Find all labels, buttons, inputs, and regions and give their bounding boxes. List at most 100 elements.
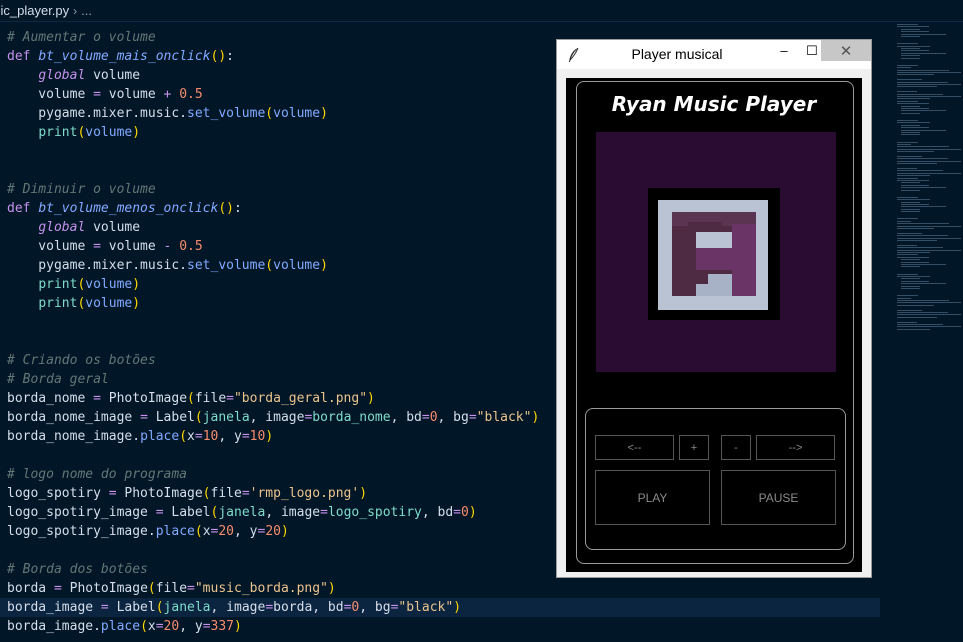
code-token: borda_nome (7, 391, 94, 406)
minimap-line (897, 328, 930, 330)
minimap-line (897, 316, 937, 318)
code-token: # Criando os botões (7, 353, 156, 368)
pause-button[interactable]: PAUSE (721, 470, 836, 525)
minimap-line (901, 187, 947, 189)
minimap-line (901, 285, 920, 287)
minimap-line (901, 259, 920, 261)
minimap-line (897, 256, 929, 258)
previous-button[interactable]: <-- (595, 435, 674, 460)
minimap-line (901, 31, 929, 33)
minimap-line (897, 302, 961, 304)
minimap-line (897, 180, 929, 181)
play-button[interactable]: PLAY (595, 470, 710, 525)
code-token: = (155, 619, 164, 634)
volume-down-button[interactable]: - (721, 435, 751, 460)
code-line[interactable]: borda = PhotoImage(file="music_borda.png… (7, 579, 880, 598)
minimap-line (901, 132, 920, 133)
code-token: ( (265, 106, 274, 121)
code-token: , image (249, 410, 305, 425)
minimap-line (897, 122, 930, 124)
code-token: ) (468, 505, 477, 520)
minimap-line (897, 228, 935, 229)
minimap-line (897, 84, 961, 85)
code-token: ( (147, 581, 156, 596)
code-token: ) (320, 106, 328, 121)
code-line[interactable]: borda_image = Label(janela, image=borda,… (0, 598, 880, 617)
minimap-line (901, 28, 920, 30)
code-token: set_volume (187, 258, 266, 273)
minimap[interactable] (893, 22, 963, 330)
minimap-line (897, 45, 930, 47)
code-token: = (100, 600, 109, 615)
minimap-line (901, 52, 947, 54)
minimap-line (897, 223, 949, 225)
minimap-line (897, 91, 917, 93)
code-token: x (202, 524, 211, 539)
minimap-line (901, 182, 920, 184)
minimap-line (897, 300, 949, 301)
close-button[interactable]: ✕ (821, 40, 871, 61)
minimap-line (901, 280, 929, 282)
minimap-line (897, 69, 949, 71)
next-button[interactable]: --> (756, 435, 835, 460)
breadcrumb-file[interactable]: sic_player.py (0, 3, 69, 18)
code-token: , bg (437, 410, 469, 425)
minimap-line (901, 36, 920, 37)
code-token: bt_volume_mais_onclick (38, 49, 211, 64)
code-token: , bd (421, 505, 454, 520)
code-token: borda (7, 581, 54, 596)
volume-up-button[interactable]: + (679, 435, 709, 460)
minimap-line (901, 105, 920, 107)
code-line[interactable]: borda_image.place(x=20, y=337) (7, 617, 880, 636)
code-token: janela (202, 410, 250, 425)
code-token: # Diminuir o volume (7, 182, 156, 197)
code-token: print (38, 277, 78, 292)
minimap-line (897, 252, 930, 253)
code-token: pygame.mixer.music. (7, 258, 188, 273)
minimap-line (901, 50, 929, 52)
minimap-line (901, 110, 947, 112)
code-token: set_volume (187, 106, 266, 121)
minimap-line (901, 33, 947, 35)
window-titlebar[interactable]: Player musical – ☐ ✕ (557, 40, 871, 69)
code-token: borda_nome (312, 410, 391, 425)
code-token: borda_image. (7, 619, 101, 634)
minimap-line (901, 206, 947, 208)
code-token: volume (85, 277, 133, 292)
code-token: 'rmp_logo.png' (249, 486, 360, 501)
code-token: 0.5 (171, 239, 203, 254)
window-title: Player musical (631, 46, 723, 62)
minimap-line (901, 112, 920, 114)
minimap-line (897, 72, 961, 73)
minimap-line (897, 156, 923, 157)
code-token: borda_image (7, 600, 101, 615)
code-token: ) (367, 391, 375, 406)
code-token: = (421, 410, 430, 425)
code-token: logo_spotiry_image. (7, 524, 156, 539)
code-token: janela (163, 600, 211, 615)
minimap-line (897, 168, 917, 169)
breadcrumb-more[interactable]: ... (81, 3, 92, 18)
code-token: volume (7, 239, 94, 254)
code-token: = (194, 429, 203, 444)
minimap-line (897, 235, 948, 237)
code-token: : (226, 49, 234, 64)
code-token: ( (179, 429, 188, 444)
minimap-line (897, 314, 961, 316)
minimap-line (897, 295, 918, 297)
minimap-line (897, 96, 961, 97)
code-token: janela (218, 505, 266, 520)
minimap-line (901, 134, 920, 136)
code-token: PhotoImage (61, 581, 148, 596)
minimap-line (897, 199, 930, 201)
code-token: ) (265, 429, 274, 444)
code-token: 0.5 (171, 87, 203, 102)
code-token: = (453, 505, 461, 520)
code-token: 337 (210, 619, 234, 634)
minimize-button[interactable]: – (770, 40, 798, 61)
code-token: Label (108, 600, 156, 615)
minimap-line (901, 184, 929, 186)
